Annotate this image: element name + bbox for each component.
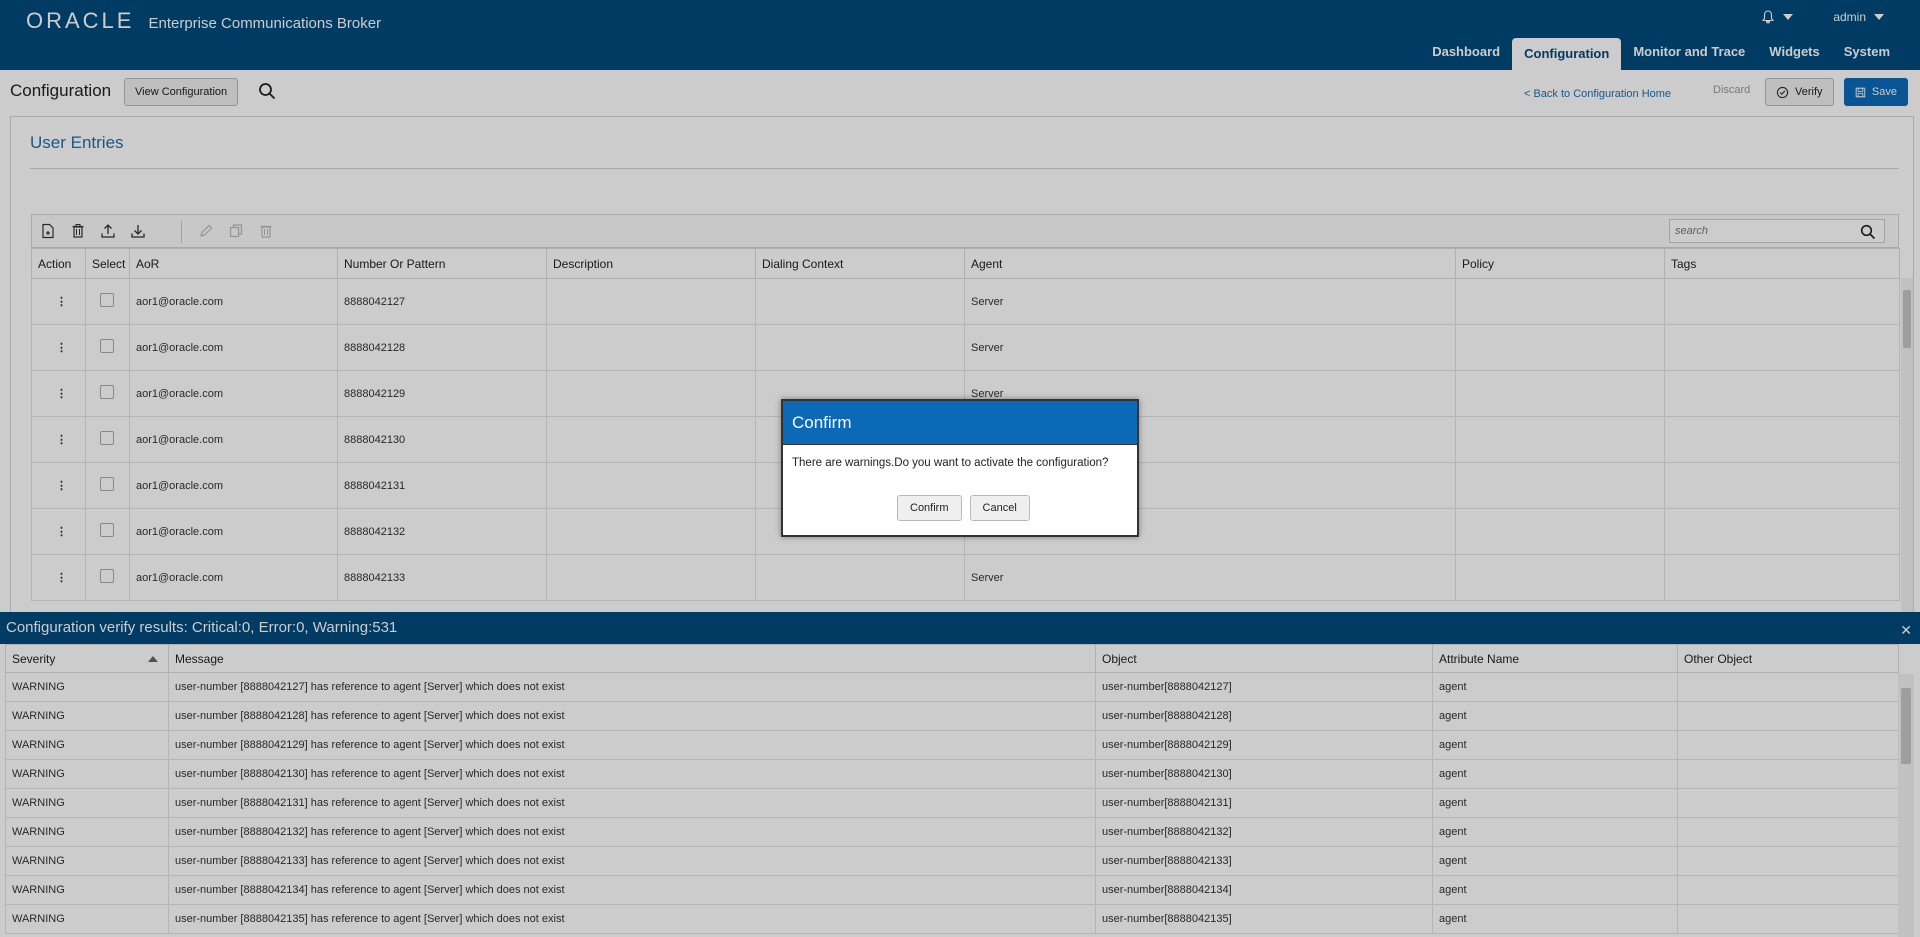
confirm-dialog: Confirm There are warnings.Do you want t… [781,399,1139,537]
dialog-message: There are warnings.Do you want to activa… [792,457,1109,469]
dialog-title: Confirm [783,401,1137,445]
dialog-actions: Confirm Cancel [897,495,1030,521]
confirm-button[interactable]: Confirm [897,495,962,521]
cancel-button[interactable]: Cancel [969,495,1030,521]
